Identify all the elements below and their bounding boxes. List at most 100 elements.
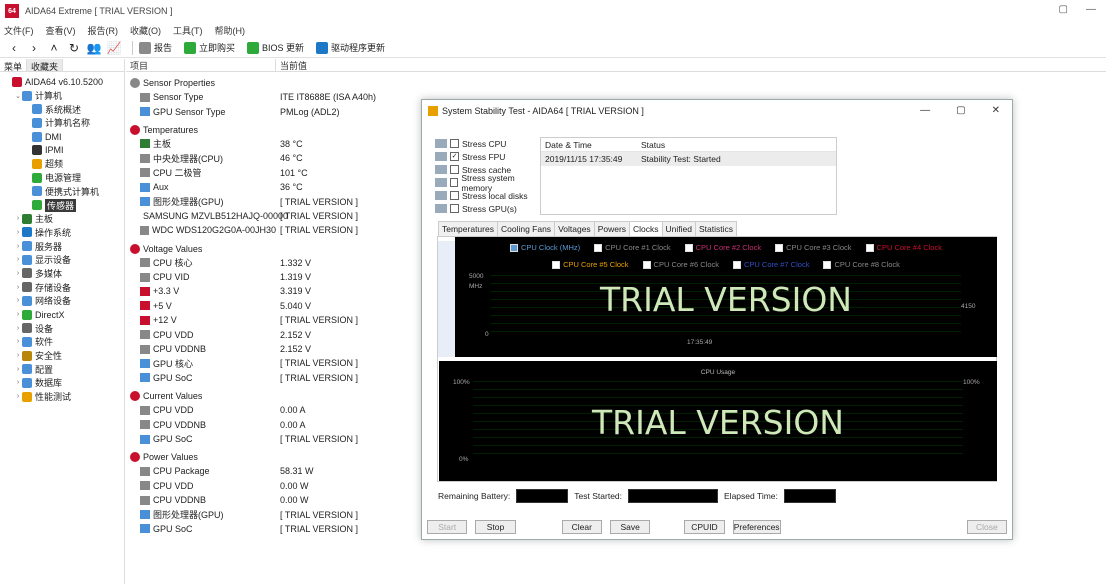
tree-item[interactable]: 超频	[0, 157, 124, 171]
stress-option[interactable]: ✓ Stress FPU	[435, 150, 545, 163]
dialog-tab[interactable]: Statistics	[695, 221, 738, 237]
legend-checkbox[interactable]	[684, 243, 693, 252]
stress-checkbox[interactable]	[450, 191, 459, 200]
chart-icon[interactable]: 📈	[106, 40, 122, 56]
stress-option[interactable]: Stress system memory	[435, 173, 545, 193]
dialog-minimize-icon[interactable]: —	[920, 105, 930, 116]
tree-item[interactable]: 系统概述	[0, 102, 124, 116]
legend-item[interactable]: CPU Core #1 Clock	[594, 243, 671, 252]
legend-item[interactable]: CPU Core #8 Clock	[823, 260, 900, 269]
menu-item[interactable]: 报告(R)	[88, 24, 119, 37]
menu-item[interactable]: 工具(T)	[173, 24, 203, 37]
tree-item[interactable]: 电源管理	[0, 171, 124, 185]
legend-item[interactable]: CPU Core #4 Clock	[865, 243, 942, 252]
menu-item[interactable]: 收藏(O)	[130, 24, 161, 37]
legend-checkbox[interactable]	[733, 260, 741, 269]
tree-item[interactable]: 便携式计算机	[0, 185, 124, 199]
legend-item[interactable]: CPU Core #6 Clock	[642, 260, 719, 269]
toolbar-button[interactable]: 驱动程序更新	[316, 41, 385, 54]
legend-checkbox[interactable]	[594, 243, 603, 252]
tree-expander-icon[interactable]: ›	[14, 352, 22, 359]
tree-item[interactable]: › DirectX	[0, 308, 124, 322]
toolbar-button[interactable]: BIOS 更新	[247, 41, 304, 54]
tree-item[interactable]: › 安全性	[0, 349, 124, 363]
stress-checkbox[interactable]	[450, 204, 459, 213]
tree-expander-icon[interactable]: ›	[14, 256, 22, 263]
tree-expander-icon[interactable]: ›	[14, 379, 22, 386]
tree-expander-icon[interactable]: ›	[14, 325, 22, 332]
dialog-tab[interactable]: Voltages	[554, 221, 595, 237]
tree-item[interactable]: ⌄ 计算机	[0, 89, 124, 103]
toolbar-button[interactable]: 立即购买	[184, 41, 235, 54]
dialog-maximize-icon[interactable]: ▢	[956, 105, 965, 116]
dialog-tab[interactable]: Temperatures	[438, 221, 498, 237]
tree-expander-icon[interactable]: ›	[14, 393, 22, 400]
tree-item[interactable]: › 多媒体	[0, 267, 124, 281]
tree-expander-icon[interactable]: ⌄	[14, 92, 22, 100]
dialog-button-start[interactable]: Start	[427, 520, 468, 534]
dialog-button-close[interactable]: Close	[966, 520, 1007, 534]
tree-expander-icon[interactable]: ›	[14, 366, 22, 373]
stress-checkbox[interactable]	[450, 139, 459, 148]
dialog-tab[interactable]: Clocks	[629, 221, 663, 237]
tree-item[interactable]: IPMI	[0, 143, 124, 157]
tree-expander-icon[interactable]: ›	[14, 229, 22, 236]
tree-item[interactable]: › 数据库	[0, 376, 124, 390]
tree-item[interactable]: › 性能测试	[0, 390, 124, 404]
legend-item[interactable]: CPU Core #2 Clock	[684, 243, 761, 252]
toolbar-button[interactable]: 报告	[139, 41, 172, 54]
tree-item[interactable]: DMI	[0, 130, 124, 144]
column-header-value[interactable]: 当前值	[276, 59, 307, 71]
tree-expander-icon[interactable]: ›	[14, 284, 22, 291]
tree-expander-icon[interactable]: ›	[14, 311, 22, 318]
legend-checkbox[interactable]	[775, 243, 784, 252]
restore-icon[interactable]: ▢	[1059, 4, 1068, 15]
legend-checkbox[interactable]	[823, 260, 832, 269]
tree-item[interactable]: › 服务器	[0, 239, 124, 253]
tab-menu[interactable]: 菜单	[0, 59, 28, 72]
dialog-button-stop[interactable]: Stop	[475, 520, 516, 534]
dialog-tab[interactable]: Unified	[661, 221, 697, 237]
tree-expander-icon[interactable]: ›	[14, 243, 22, 250]
legend-checkbox[interactable]	[865, 243, 874, 252]
tree-item[interactable]: AIDA64 v6.10.5200	[0, 75, 124, 89]
stress-checkbox[interactable]	[449, 178, 459, 187]
tree-item[interactable]: › 显示设备	[0, 253, 124, 267]
dialog-button-save[interactable]: Save	[609, 520, 651, 534]
legend-item[interactable]: CPU Core #3 Clock	[775, 243, 852, 252]
forward-icon[interactable]: ›	[26, 40, 42, 56]
tree-item[interactable]: › 存储设备	[0, 280, 124, 294]
up-icon[interactable]: ˄	[46, 40, 62, 56]
dialog-button-cpuid[interactable]: CPUID	[684, 520, 725, 534]
legend-item[interactable]: CPU Core #7 Clock	[733, 260, 809, 269]
back-icon[interactable]: ‹	[6, 40, 22, 56]
legend-checkbox[interactable]	[642, 260, 651, 269]
tab-favorites[interactable]: 收藏夹	[27, 59, 64, 72]
legend-item[interactable]: CPU Core #5 Clock	[552, 260, 629, 269]
tree-item[interactable]: › 操作系统	[0, 226, 124, 240]
tree-item[interactable]: › 配置	[0, 362, 124, 376]
stress-option[interactable]: Stress CPU	[435, 137, 545, 150]
minimize-icon[interactable]: —	[1086, 4, 1096, 15]
legend-checkbox[interactable]	[510, 243, 518, 252]
tree-expander-icon[interactable]: ›	[14, 215, 22, 222]
tree-item[interactable]: 计算机名称	[0, 116, 124, 130]
dialog-close-icon[interactable]: ✕	[992, 105, 1000, 116]
tree-expander-icon[interactable]: ›	[14, 338, 22, 345]
status-row[interactable]: 2019/11/15 17:35:49 Stability Test: Star…	[541, 152, 836, 166]
legend-checkbox[interactable]	[552, 260, 561, 269]
column-header-item[interactable]: 项目	[126, 59, 276, 71]
tree-item[interactable]: › 软件	[0, 335, 124, 349]
menu-item[interactable]: 查看(V)	[46, 24, 76, 37]
users-icon[interactable]: 👥	[86, 40, 102, 56]
stress-checkbox[interactable]	[450, 165, 459, 174]
tree-item[interactable]: 传感器	[0, 198, 124, 212]
tree-item[interactable]: › 主板	[0, 212, 124, 226]
dialog-button-clear[interactable]: Clear	[561, 520, 602, 534]
menu-item[interactable]: 文件(F)	[4, 24, 34, 37]
dialog-tab[interactable]: Cooling Fans	[496, 221, 556, 237]
tree-item[interactable]: › 网络设备	[0, 294, 124, 308]
menu-item[interactable]: 帮助(H)	[215, 24, 246, 37]
stress-checkbox[interactable]: ✓	[450, 152, 459, 161]
stress-option[interactable]: Stress GPU(s)	[435, 202, 545, 215]
